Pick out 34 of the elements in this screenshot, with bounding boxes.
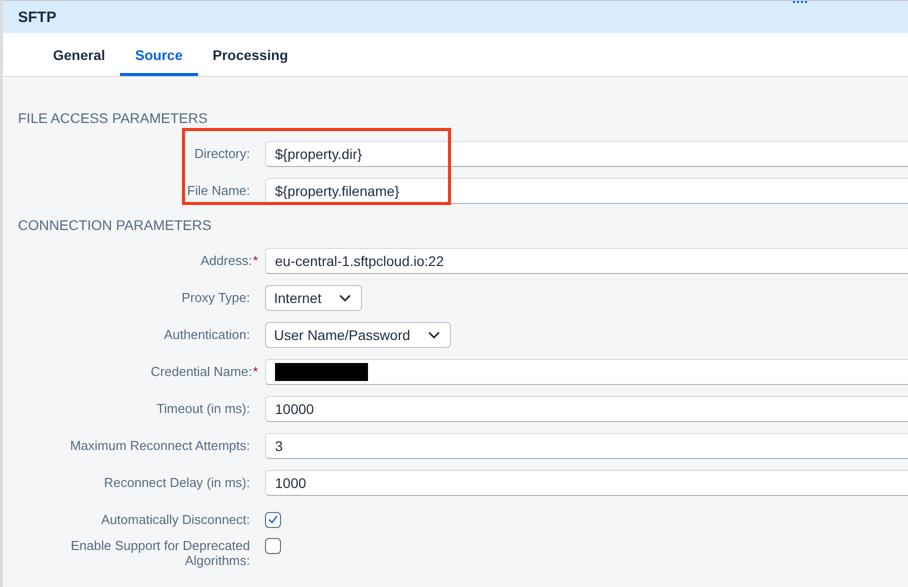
field-label: Automatically Disconnect: (101, 512, 250, 527)
required-mark: * (252, 253, 258, 268)
tab[interactable]: Processing (198, 36, 304, 76)
field-label: Enable Support for Deprecated Algorithms: (70, 538, 250, 568)
input-field[interactable]: ${property.filename} (265, 178, 908, 204)
section-title: FILE ACCESS PARAMETERS (17, 109, 209, 128)
section-title: CONNECTION PARAMETERS (17, 216, 212, 235)
dropdown[interactable]: User Name/Password (265, 322, 452, 348)
input-field[interactable]: eu-central-1.sftpcloud.io:22 (265, 248, 908, 274)
field-label: Timeout (in ms): (156, 401, 250, 416)
window-title: SFTP (18, 8, 56, 26)
grip-icon[interactable] (793, 1, 807, 5)
chevron-down-icon (428, 330, 440, 338)
input-field[interactable] (265, 358, 908, 384)
input-field[interactable]: 3 (265, 432, 908, 458)
input-field[interactable]: ${property.dir} (265, 140, 908, 166)
field-label: Authentication: (164, 327, 250, 342)
check-icon (268, 515, 278, 524)
field-label: Maximum Reconnect Attempts: (70, 438, 250, 453)
dropdown[interactable]: Internet (265, 284, 362, 310)
checkbox[interactable] (265, 538, 281, 554)
field-label: File Name: (187, 183, 250, 198)
input-field[interactable]: 10000 (265, 396, 908, 422)
field-label: Address: (200, 253, 252, 268)
field-label: Reconnect Delay (in ms): (104, 475, 250, 490)
field-label: Proxy Type: (182, 290, 250, 305)
field-label: Directory: (194, 146, 250, 161)
required-mark: * (252, 364, 258, 379)
field-label: Credential Name: (150, 364, 252, 379)
chevron-down-icon (339, 294, 352, 302)
tab[interactable]: General (38, 36, 120, 76)
tab[interactable]: Source (120, 36, 198, 76)
input-field[interactable]: 1000 (265, 470, 908, 496)
checkbox[interactable] (265, 512, 281, 528)
